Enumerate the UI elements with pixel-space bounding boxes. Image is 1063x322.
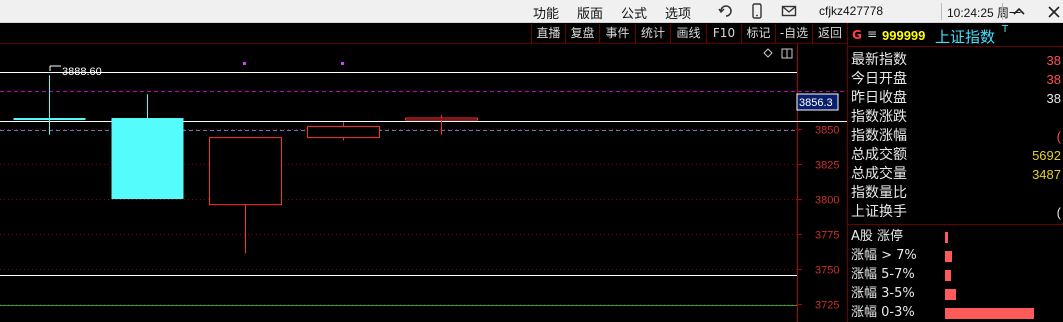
candle[interactable] [111,94,184,200]
phone-icon[interactable] [749,3,765,19]
minimize-icon[interactable] [1011,4,1027,20]
event-marker[interactable] [243,62,246,65]
security-name[interactable]: 上证指数 [935,26,995,47]
replay-button[interactable]: 复盘 [565,24,599,43]
candle-body [13,118,86,121]
quote-header: G ≡ 999999 上证指数 T [848,23,1063,47]
account-name[interactable]: cfjkz427778 [819,4,883,18]
remove-watchlist-button[interactable]: -自选 [775,24,812,43]
event-marker[interactable] [341,62,344,65]
limit-label: 涨幅 3-5% [851,286,915,301]
chart-canvas: 3850 3825 3800 3775 3750 3725 3888.60 3856.3 [0,44,847,322]
limit-label: A股 涨停 [851,229,904,244]
title-bar: 功能 版面 公式 选项 cfjkz427778 10:24:25 周一 [0,0,1063,23]
back-button[interactable]: 返回 [812,24,847,43]
candle-body [209,137,282,206]
limit-bar [945,270,951,281]
tick-label: 3750 [815,265,839,277]
clock: 10:24:25 周一 [947,6,1022,20]
mark-button[interactable]: 标记 [741,24,775,43]
live-button[interactable]: 直播 [531,24,565,43]
stat-label: 最新指数 [851,52,907,68]
tick-label: 3850 [815,125,839,137]
g-badge[interactable]: G [852,28,862,42]
stat-label: 今日开盘 [851,71,907,87]
candle-body [111,118,184,200]
candlestick-chart[interactable]: 3850 3825 3800 3775 3750 3725 3888.60 3856.3 [0,44,847,322]
stat-value: 38 [1046,72,1061,87]
limit-label: 涨幅 > 7% [851,248,917,263]
candle-body [307,125,380,139]
name-mark: T [1002,24,1009,35]
mail-icon[interactable] [781,3,797,19]
menu-formula[interactable]: 公式 [621,3,647,22]
title-divider [1002,3,1003,20]
stat-label: 指数涨跌 [851,109,907,125]
menu-layout[interactable]: 版面 [577,3,603,22]
f10-button[interactable]: F10 [706,24,741,43]
stat-value: 3487 [1032,167,1061,182]
layout-icon[interactable] [781,48,793,59]
tick-label: 3825 [815,160,839,172]
limit-bar [945,251,952,262]
tick-label: 3725 [815,300,839,312]
diamond-icon[interactable] [763,48,773,58]
stat-label: 指数涨幅 [851,128,907,144]
limit-bar [945,232,948,243]
security-code[interactable]: 999999 [882,28,925,43]
menu-options[interactable]: 选项 [665,3,691,22]
stat-label: 总成交量 [851,166,907,182]
menu-icon[interactable]: ≡ [867,27,877,41]
peak-pointer [49,65,61,71]
limit-bar [945,289,956,300]
candle[interactable] [405,115,478,135]
peak-label: 3888.60 [62,66,102,78]
draw-line-button[interactable]: 画线 [670,24,706,43]
candle[interactable] [209,137,282,254]
stat-value: 38 [1046,91,1061,106]
tick-label: 3775 [815,230,839,242]
stat-label: 上证换手 [851,204,907,220]
stat-value: 38 [1046,53,1061,68]
limit-bar [945,308,1034,319]
candle[interactable] [307,122,380,141]
quote-panel: G ≡ 999999 上证指数 T 最新指数 38 今日开盘 38 昨日收盘 38 指数涨跌… [847,23,1063,322]
stat-value: ( [1056,129,1061,144]
stats-button[interactable]: 统计 [635,24,670,43]
candle[interactable] [13,75,86,135]
candle-body [405,117,478,121]
panel-divider [848,224,1063,225]
stat-label: 昨日收盘 [851,90,907,106]
close-icon[interactable] [1046,4,1062,20]
menu-function[interactable]: 功能 [533,3,559,22]
tick-label: 3800 [815,195,839,207]
stat-label: 总成交额 [851,147,907,163]
refresh-icon[interactable] [718,3,734,19]
stat-label: 指数量比 [851,185,907,201]
limit-label: 涨幅 0-3% [851,305,915,320]
stat-value: 5692 [1032,148,1061,163]
title-divider [941,3,942,20]
stat-value: ( [1056,205,1061,220]
events-button[interactable]: 事件 [599,24,635,43]
limit-label: 涨幅 5-7% [851,267,915,282]
chart-toolbar: 直播 复盘 事件 统计 画线 F10 标记 -自选 返回 [0,23,847,44]
current-price-label: 3856.3 [799,97,833,109]
